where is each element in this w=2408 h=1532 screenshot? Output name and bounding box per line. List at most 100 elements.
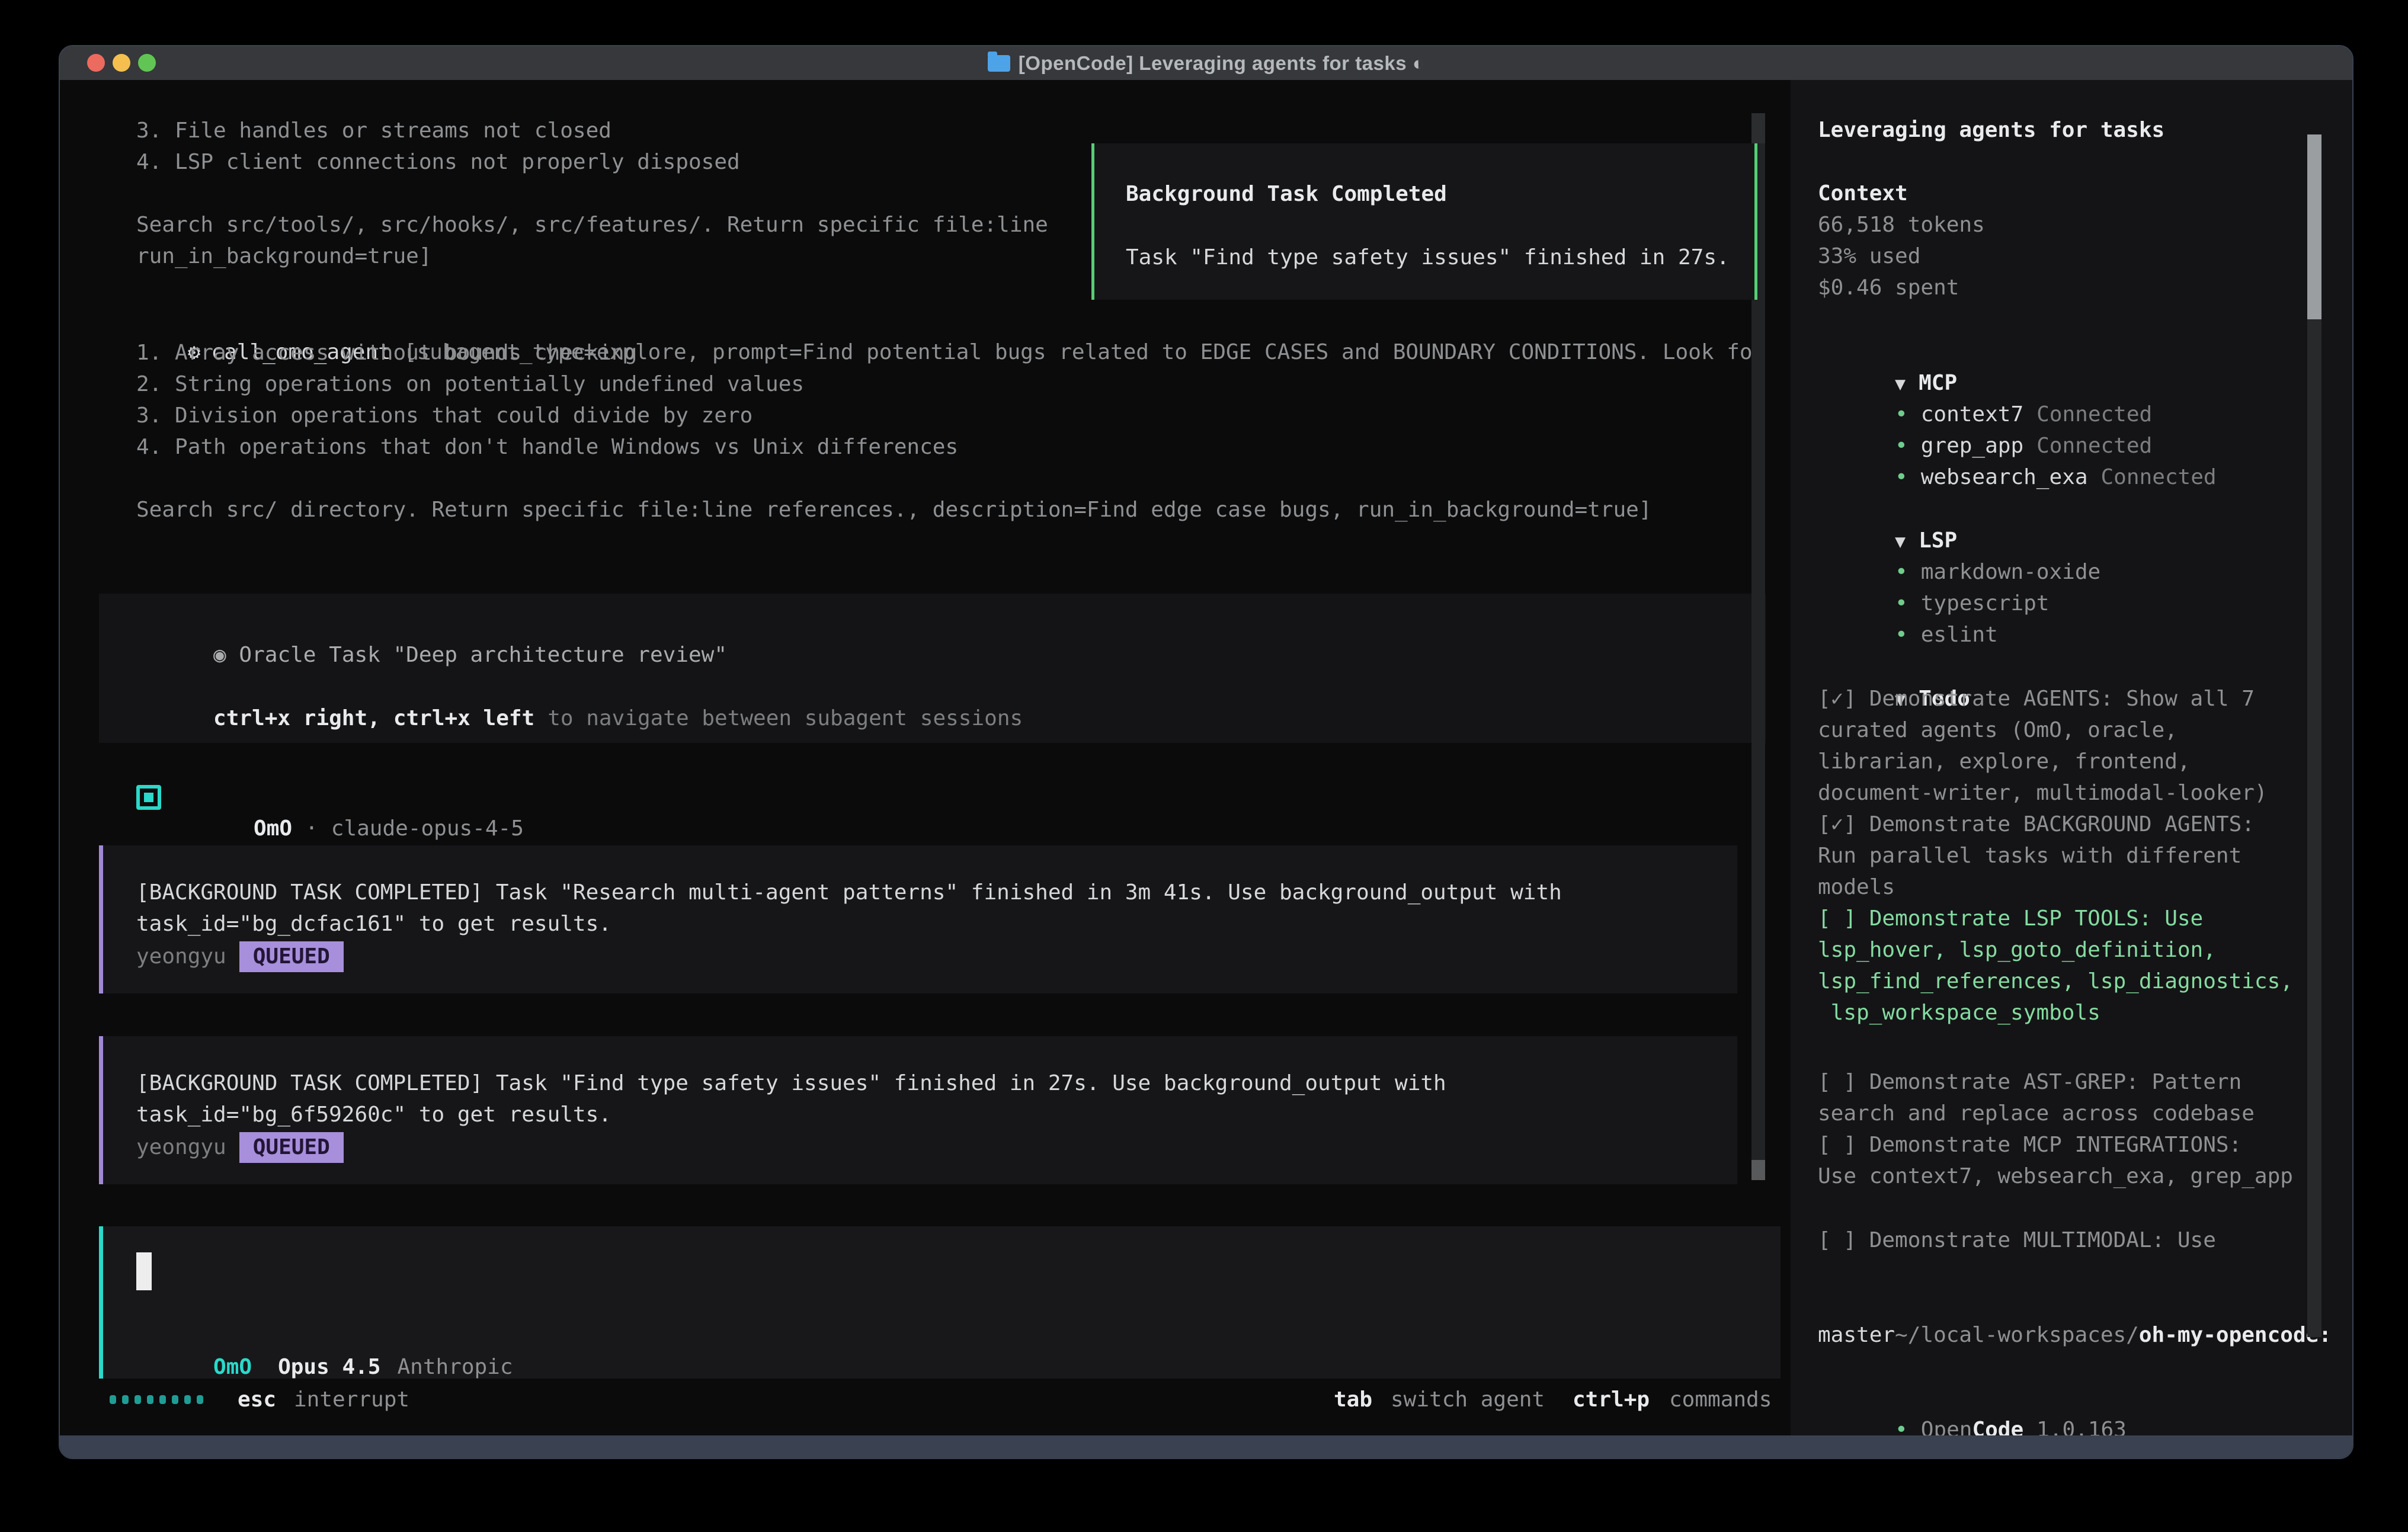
lsp-item: •markdown-oxide — [1818, 525, 2100, 556]
terminal-line: run_in_background=true] — [136, 241, 1048, 272]
queued-badge: QUEUED — [239, 941, 344, 972]
version-line: •OpenCode1.0.163 — [1818, 1383, 2127, 1414]
todo-active-item: [ ] Demonstrate LSP TOOLS: Uselsp_hover,… — [1818, 903, 2293, 1028]
minimize-button[interactable] — [113, 54, 130, 72]
terminal-line — [136, 178, 1048, 209]
input-provider-name: Anthropic — [397, 1355, 513, 1379]
agent-header-text: OmO·claude-opus-4-5 — [177, 781, 524, 813]
spinner-dot — [159, 1395, 166, 1404]
todo-line: search and replace across codebase — [1818, 1098, 2293, 1129]
toast-title: Background Task Completed — [1126, 178, 1447, 210]
todo-section-header[interactable]: ▼Todo — [1818, 652, 1970, 683]
prompt-input[interactable]: OmOOpus 4.5Anthropic — [99, 1226, 1781, 1379]
path-prefix: ~/local-workspaces/ — [1895, 1323, 2139, 1347]
context-stats: 66,518 tokens33% used$0.46 spent — [1818, 209, 1985, 303]
todo-line-active: [ ] Demonstrate LSP TOOLS: Use — [1818, 903, 2293, 934]
terminal-line: 4. Path operations that don't handle Win… — [136, 431, 1652, 463]
sidebar-scrollbar-thumb[interactable] — [2307, 134, 2321, 319]
oracle-task-hint: ctrl+x right,ctrl+x leftto navigate betw… — [136, 671, 1023, 703]
todo-line-active: lsp_find_references, lsp_diagnostics, — [1818, 966, 2293, 997]
todo-done-items: [✓] Demonstrate AGENTS: Show all 7curate… — [1818, 683, 2268, 903]
repo-name: oh-my-opencode: — [2139, 1323, 2332, 1347]
message-line-1: [BACKGROUND TASK COMPLETED] Task "Resear… — [136, 877, 1562, 908]
input-model-name: Opus 4.5 — [278, 1355, 380, 1379]
context-stat-line: 33% used — [1818, 241, 1985, 272]
lsp-item: •eslint — [1818, 588, 1998, 619]
folder-icon — [988, 55, 1010, 72]
window-title: [OpenCode] Leveraging agents for tasks ◐ — [1019, 52, 1424, 75]
hint-key-1: ctrl+x right, — [213, 706, 380, 730]
tool-call-detail: 1. Array access without bounds checking2… — [136, 337, 1652, 525]
zoom-button[interactable] — [138, 54, 156, 72]
message-author: yeongyu — [136, 1132, 226, 1163]
background-task-message: [BACKGROUND TASK COMPLETED] Task "Find t… — [99, 1036, 1737, 1184]
tab-key-hint: tab — [1334, 1384, 1372, 1415]
mcp-item: •websearch_exaConnected — [1818, 430, 2217, 461]
mcp-section-header[interactable]: ▼MCP — [1818, 336, 1957, 367]
todo-line: [✓] Demonstrate BACKGROUND AGENTS: — [1818, 809, 2268, 840]
esc-key-hint: esc — [238, 1384, 276, 1415]
hint-text: to navigate between subagent sessions — [547, 706, 1023, 730]
message-meta: yeongyu QUEUED — [136, 941, 344, 972]
mcp-name: websearch_exa — [1921, 465, 2088, 489]
terminal-line: 3. Division operations that could divide… — [136, 400, 1652, 431]
main-scrollbar-cap — [1751, 113, 1765, 143]
status-bar: esc interrupt tab switch agent ctrl+p co… — [60, 1384, 1781, 1415]
todo-line-active: lsp_workspace_symbols — [1818, 997, 2293, 1028]
todo-line: [ ] Demonstrate MCP INTEGRATIONS: — [1818, 1129, 2293, 1161]
lsp-section-header[interactable]: ▼LSP — [1818, 493, 1957, 525]
tab-key-label: switch agent — [1391, 1384, 1545, 1415]
terminal-line: 3. File handles or streams not closed — [136, 115, 1048, 146]
background-task-toast: Background Task Completed Task "Find typ… — [1091, 143, 1757, 300]
todo-line: [✓] Demonstrate AGENTS: Show all 7 — [1818, 683, 2268, 714]
agent-name: OmO — [254, 816, 292, 841]
sidebar-session-title: Leveraging agents for tasks — [1818, 114, 2164, 146]
sidebar-scrollbar-track[interactable] — [2307, 319, 2321, 1337]
separator-dot: · — [305, 816, 318, 841]
titlebar: [OpenCode] Leveraging agents for tasks ◐ — [60, 46, 2352, 80]
message-line-1: [BACKGROUND TASK COMPLETED] Task "Find t… — [136, 1068, 1446, 1099]
esc-key-label: interrupt — [294, 1384, 409, 1415]
status-dot-icon: • — [1895, 623, 1908, 647]
agent-model: claude-opus-4-5 — [331, 816, 524, 841]
spinner-dot — [147, 1395, 153, 1404]
spinner-dots-icon — [110, 1384, 203, 1415]
status-dot-icon: • — [1895, 465, 1908, 489]
terminal-scrollback: 3. File handles or streams not closed4. … — [136, 115, 1048, 272]
toast-body: Task "Find type safety issues" finished … — [1126, 242, 1730, 273]
todo-line: librarian, explore, frontend, — [1818, 746, 2268, 777]
todo-line: document-writer, multimodal-looker) — [1818, 777, 2268, 809]
queued-badge: QUEUED — [239, 1132, 344, 1163]
sidebar: Leveraging agents for tasks Context 66,5… — [1791, 80, 2353, 1442]
terminal-line: 1. Array access without bounds checking — [136, 337, 1652, 368]
todo-line: Use context7, websearch_exa, grep_app — [1818, 1161, 2293, 1192]
agent-square-icon — [136, 785, 161, 810]
todo-pending-items: [ ] Demonstrate AST-GREP: Patternsearch … — [1818, 1066, 2293, 1192]
terminal-line: 2. String operations on potentially unde… — [136, 368, 1652, 400]
context-stat-line: 66,518 tokens — [1818, 209, 1985, 241]
terminal-line: 4. LSP client connections not properly d… — [136, 146, 1048, 178]
message-line-2: task_id="bg_6f59260c" to get results. — [136, 1099, 611, 1130]
message-line-2: task_id="bg_dcfac161" to get results. — [136, 908, 611, 940]
lsp-item: •typescript — [1818, 556, 2049, 588]
terminal-line — [136, 463, 1652, 494]
message-author: yeongyu — [136, 941, 226, 972]
terminal-line: Search src/tools/, src/hooks/, src/featu… — [136, 209, 1048, 241]
window-bottom-edge — [60, 1435, 2352, 1459]
git-branch: master — [1818, 1319, 1895, 1351]
todo-line: Run parallel tasks with different — [1818, 840, 2268, 871]
traffic-lights — [87, 54, 156, 72]
oracle-task-box: ◉ Oracle Task "Deep architecture review"… — [99, 594, 1766, 743]
close-button[interactable] — [87, 54, 105, 72]
opencode-window: [OpenCode] Leveraging agents for tasks ◐… — [59, 45, 2353, 1459]
context-label: Context — [1818, 178, 1908, 209]
workspace-path: ~/local-workspaces/oh-my-opencode: — [1818, 1288, 2332, 1319]
main-scrollbar-thumb[interactable] — [1751, 1160, 1765, 1180]
text-cursor — [136, 1252, 152, 1290]
window-title-group: [OpenCode] Leveraging agents for tasks ◐ — [988, 52, 1424, 75]
spinner-dot — [172, 1395, 178, 1404]
message-meta: yeongyu QUEUED — [136, 1132, 344, 1163]
lsp-name: eslint — [1921, 623, 1998, 647]
oracle-task-title: ◉ Oracle Task "Deep architecture review" — [136, 608, 727, 639]
context-stat-line: $0.46 spent — [1818, 272, 1985, 303]
